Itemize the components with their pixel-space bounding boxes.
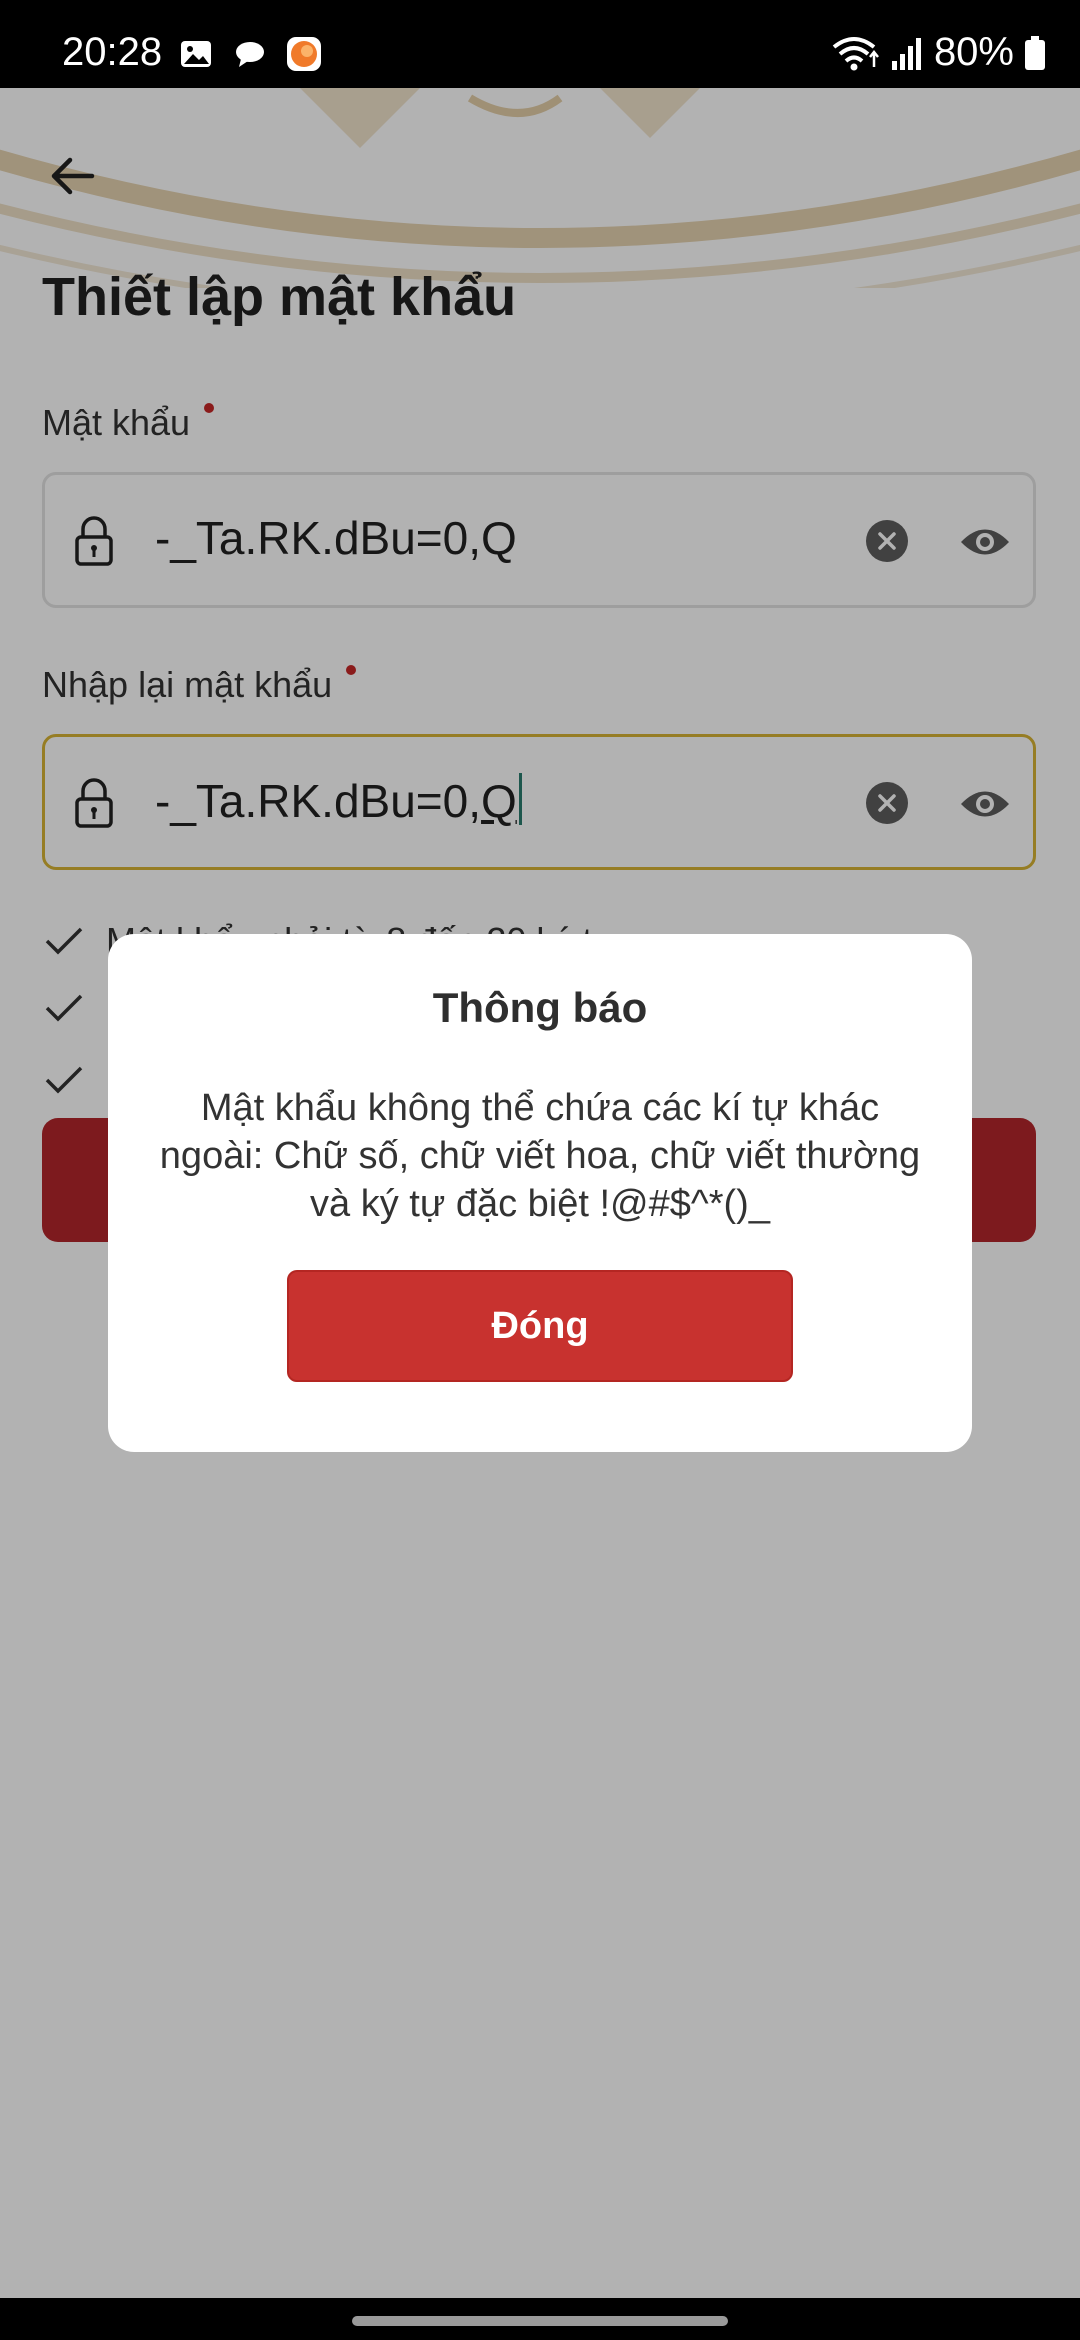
status-bar: 20:28 80% (0, 0, 1080, 88)
status-time: 20:28 (62, 30, 163, 74)
notification-dialog: Thông báo Mật khẩu không thể chứa các kí… (108, 934, 972, 1452)
dialog-message: Mật khẩu không thể chứa các kí tự khác n… (159, 1087, 921, 1225)
image-icon (181, 41, 211, 67)
home-indicator[interactable] (352, 2316, 728, 2326)
chat-bubble-icon (236, 42, 264, 67)
notification-icons (178, 36, 322, 72)
close-button[interactable]: Đóng (287, 1270, 793, 1382)
battery-percent: 80% (933, 30, 1014, 74)
dialog-title: Thông báo (432, 984, 648, 1031)
navigation-bar (0, 2298, 1080, 2340)
battery-icon (1025, 35, 1045, 70)
app-orange-icon (287, 37, 321, 71)
system-status: 80% (830, 30, 1046, 75)
wifi-icon (832, 36, 879, 70)
signal-icon (891, 37, 921, 70)
